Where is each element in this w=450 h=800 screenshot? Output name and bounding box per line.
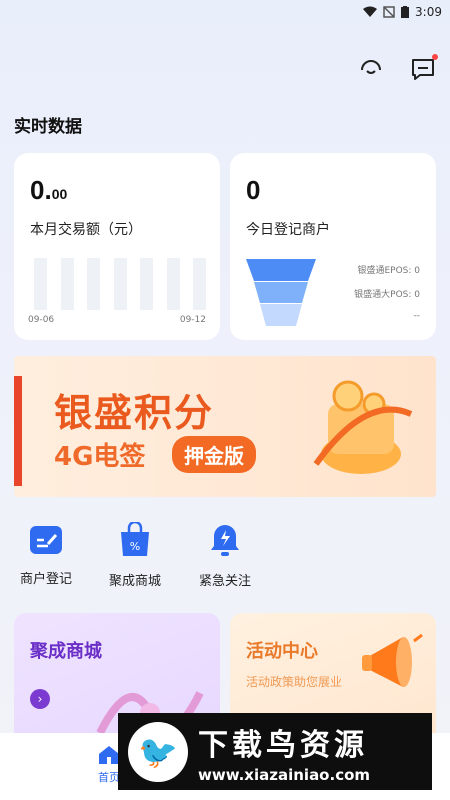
- daily-bar: [34, 258, 47, 310]
- svg-text:%: %: [130, 540, 140, 553]
- funnel-level-3: [260, 304, 302, 326]
- battery-icon: [401, 6, 410, 18]
- legend-big-pos: 银盛通大POS: 0: [354, 290, 420, 300]
- bird-logo-icon: 🐦: [128, 721, 188, 782]
- coin-cup-illustration: [313, 380, 413, 474]
- merchant-count-label: 今日登记商户: [246, 222, 330, 238]
- banner-pill: 押金版: [172, 436, 256, 473]
- legend-epos: 银盛通EPOS: 0: [357, 266, 420, 276]
- legend-other: --: [413, 311, 421, 321]
- daily-bar: [60, 258, 74, 310]
- monthly-transaction-card[interactable]: 0.00 本月交易额（元） 09-06 09-12: [14, 153, 220, 340]
- funnel-chart: [246, 259, 316, 326]
- banner-title: 银盛积分: [54, 391, 215, 435]
- status-bar: 3:09: [0, 0, 450, 24]
- register-icon: [30, 526, 62, 554]
- watermark-title: 下载鸟资源: [198, 727, 368, 763]
- headset-icon: [361, 60, 381, 74]
- date-start: 09-06: [28, 315, 55, 325]
- monthly-amount-label: 本月交易额（元）: [30, 222, 142, 238]
- tab-home[interactable]: 首页: [98, 745, 120, 785]
- watermark-url: www.xiazainiao.com: [198, 765, 371, 784]
- wifi-icon: [363, 6, 378, 17]
- shortcut-label: 商户登记: [19, 572, 72, 587]
- daily-bar: [87, 258, 100, 310]
- shortcut-label: 紧急关注: [198, 574, 251, 589]
- today-merchants-card[interactable]: 0 今日登记商户 银盛通EPOS: 0 银盛通大POS: 0 --: [230, 153, 436, 340]
- tab-home-label: 首页: [98, 771, 120, 784]
- date-end: 09-12: [179, 315, 206, 325]
- daily-bars: [34, 258, 206, 310]
- no-signal-icon: [383, 6, 395, 18]
- section-title: 实时数据: [14, 117, 82, 137]
- funnel-level-1: [246, 259, 316, 281]
- messages-button[interactable]: [410, 54, 438, 82]
- monthly-amount: 0.00: [30, 175, 68, 205]
- watermark-overlay: 🐦 下载鸟资源 www.xiazainiao.com: [118, 713, 432, 790]
- activity-promo-subtitle: 活动政策助您展业: [246, 675, 343, 689]
- mall-promo-title: 聚成商城: [30, 641, 102, 662]
- daily-bar: [166, 258, 180, 310]
- shortcut-urgent-attention[interactable]: 紧急关注: [193, 522, 257, 589]
- daily-bar: [193, 258, 206, 310]
- activity-promo-title: 活动中心: [246, 641, 318, 662]
- shortcut-merchant-register[interactable]: 商户登记: [14, 522, 78, 587]
- customer-service-button[interactable]: [358, 56, 384, 82]
- megaphone-icon: [362, 633, 423, 687]
- banner-subtitle: 4G电签: [54, 442, 146, 472]
- unread-dot: [432, 54, 438, 60]
- shortcut-mall[interactable]: % 聚成商城: [103, 522, 167, 589]
- daily-bar: [140, 258, 153, 310]
- chevron-right-icon: ›: [37, 692, 43, 706]
- funnel-level-2: [254, 282, 308, 303]
- shortcut-label: 聚成商城: [108, 574, 161, 589]
- shopping-bag-icon: %: [121, 522, 149, 556]
- merchant-count: 0: [246, 175, 261, 205]
- promo-banner[interactable]: 银盛积分 4G电签 押金版: [14, 356, 436, 497]
- status-time: 3:09: [415, 5, 442, 19]
- banner-edge-decoration: [14, 376, 22, 486]
- message-icon: [412, 59, 434, 80]
- daily-bar: [113, 258, 127, 310]
- alert-bell-icon: [211, 525, 239, 556]
- home-icon: [99, 746, 119, 764]
- mall-arrow-button[interactable]: ›: [30, 689, 50, 709]
